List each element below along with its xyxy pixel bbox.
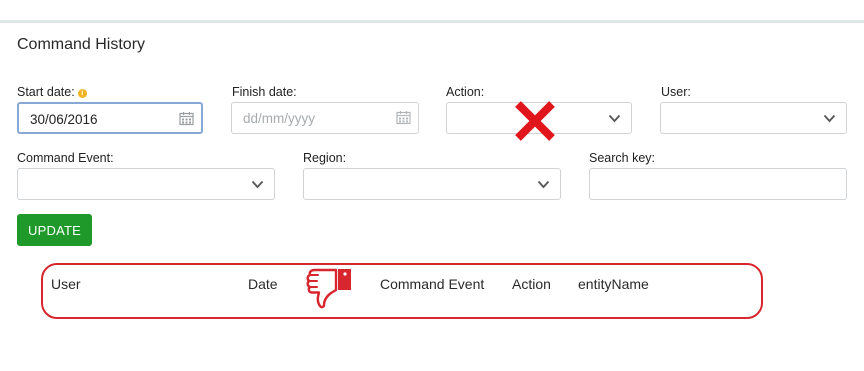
red-x-mark-icon [515,101,555,141]
user-label: User: [661,85,691,99]
finish-date-placeholder: dd/mm/yyyy [243,111,316,126]
user-select[interactable] [660,102,847,134]
column-header-date[interactable]: Date [248,276,278,292]
column-header-command-event[interactable]: Command Event [380,276,484,292]
finish-date-input[interactable]: dd/mm/yyyy [231,102,419,134]
top-divider [0,20,864,23]
start-date-input[interactable]: 30/06/2016 [17,102,203,134]
start-date-value: 30/06/2016 [30,112,98,127]
region-select[interactable] [303,168,561,200]
chevron-down-icon [823,114,836,123]
chevron-down-icon [608,114,621,123]
action-label: Action: [446,85,485,99]
page-title: Command History [17,36,146,53]
calendar-icon[interactable] [179,111,194,126]
column-header-action[interactable]: Action [512,276,551,292]
column-header-entity-name[interactable]: entityName [578,276,649,292]
region-label: Region: [303,151,347,165]
update-button[interactable]: UPDATE [17,214,92,246]
info-icon[interactable]: i [77,89,87,98]
start-date-label: Start date: i [17,85,87,99]
search-key-label: Search key: [589,151,656,165]
calendar-icon[interactable] [396,110,411,125]
command-event-select[interactable] [17,168,275,200]
chevron-down-icon [251,180,264,189]
command-event-label: Command Event: [17,151,114,165]
finish-date-label: Finish date: [232,85,297,99]
chevron-down-icon [537,180,550,189]
search-key-input[interactable] [589,168,847,200]
thumbs-down-icon [306,268,351,309]
column-header-user[interactable]: User [51,276,81,292]
